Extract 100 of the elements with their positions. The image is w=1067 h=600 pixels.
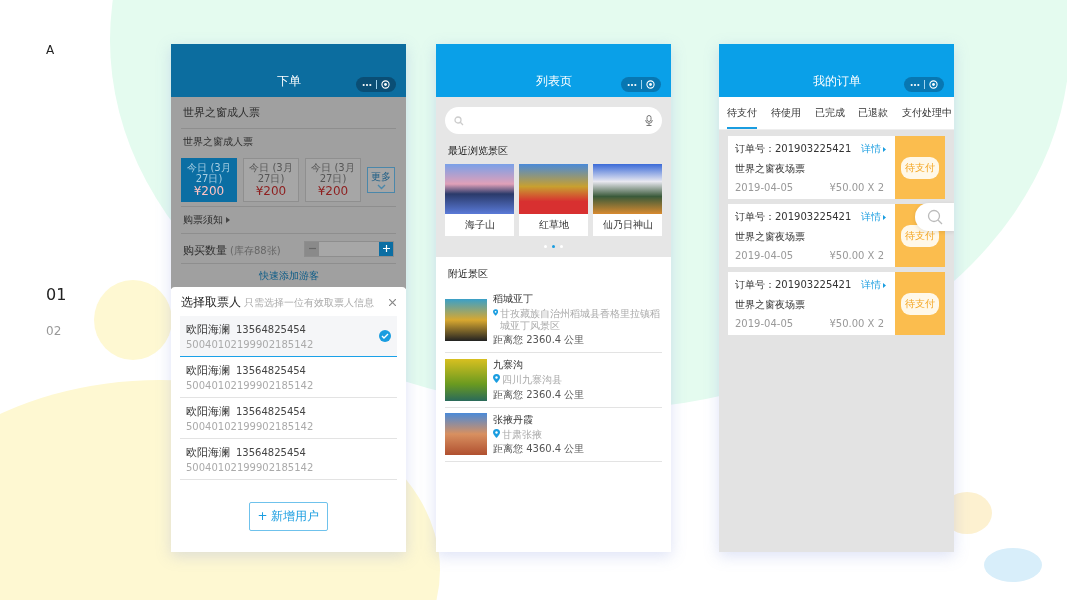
section-title: 附近景区: [447, 267, 489, 281]
scenic-card[interactable]: 海子山: [445, 164, 514, 236]
menu-capsule[interactable]: [356, 77, 396, 92]
scenic-name: 海子山: [463, 218, 496, 232]
plus-button[interactable]: [379, 241, 393, 256]
search-icon: [927, 209, 943, 225]
nearby-item[interactable]: 稻城亚丁 甘孜藏族自治州稻城县香格里拉镇稻城亚丁风景区 距离您 2360.4 公里: [445, 287, 662, 353]
location-pin-icon: [493, 308, 499, 317]
scenic-card[interactable]: 仙乃日神山: [593, 164, 662, 236]
nearby-item[interactable]: 九寨沟 四川九寨沟县 距离您 2360.4 公里: [445, 353, 662, 408]
microphone-icon[interactable]: [645, 115, 653, 126]
spot-name: 稻城亚丁: [493, 292, 534, 306]
order-number: 订单号：201903225421: [735, 210, 852, 224]
person-name: 欧阳海澜: [186, 363, 230, 378]
date-option[interactable]: 今日 (3月27日) ¥200: [243, 158, 299, 202]
photo-placeholder: [445, 164, 514, 214]
person-item[interactable]: 欧阳海澜 13564825454 50040102199902185142: [180, 398, 397, 439]
order-number: 订单号：201903225421: [735, 278, 852, 292]
order-tab[interactable]: 待使用: [770, 97, 801, 129]
more-icon: [627, 82, 637, 87]
more-icon: [362, 82, 372, 87]
check-icon: [379, 330, 391, 342]
person-id-number: 50040102199902185142: [186, 421, 315, 432]
location-pin-icon: [493, 428, 500, 438]
photo-placeholder: [519, 164, 588, 214]
person-name: 欧阳海澜: [186, 322, 230, 337]
menu-capsule[interactable]: [904, 77, 944, 92]
section-letter: A: [46, 43, 55, 57]
ticket-type: 世界之窗成人票: [182, 135, 254, 149]
photo-placeholder: [593, 164, 662, 214]
person-id-number: 50040102199902185142: [186, 462, 315, 473]
date-option[interactable]: 今日 (3月27日) ¥200: [181, 158, 237, 202]
order-date: 2019-04-05: [735, 182, 794, 193]
person-id-number: 50040102199902185142: [186, 339, 315, 350]
nav-title: 列表页: [535, 73, 572, 90]
plus-icon: [382, 245, 390, 252]
ticket-name: 世界之窗夜场票: [735, 298, 806, 312]
spot-address: 甘孜藏族自治州稻城县香格里拉镇稻城亚丁风景区: [500, 308, 662, 331]
pager-dot[interactable]: [552, 245, 555, 248]
menu-capsule[interactable]: [621, 77, 661, 92]
quantity-input[interactable]: [319, 241, 379, 256]
order-tab[interactable]: 已完成: [814, 97, 845, 129]
photo-placeholder: [445, 358, 487, 401]
person-name: 欧阳海澜: [186, 404, 230, 419]
order-date: 2019-04-05: [735, 250, 794, 261]
spot-address: 甘肃张掖: [502, 428, 542, 440]
close-target-icon: [381, 80, 390, 89]
spot-distance: 距离您 4360.4 公里: [493, 442, 586, 456]
close-target-icon: [646, 80, 655, 89]
scenic-name: 红草地: [537, 218, 570, 232]
ticket-name: 世界之窗夜场票: [735, 162, 806, 176]
nearby-item[interactable]: 张掖丹霞 甘肃张掖 距离您 4360.4 公里: [445, 407, 662, 462]
ticket-name: 世界之窗夜场票: [735, 230, 806, 244]
triangle-icon: [226, 217, 230, 223]
floating-search-button[interactable]: [915, 203, 954, 231]
spot-name: 九寨沟: [493, 358, 524, 372]
person-item[interactable]: 欧阳海澜 13564825454 50040102199902185142: [180, 439, 397, 480]
location-pin-icon: [493, 374, 500, 383]
spot-distance: 距离您 2360.4 公里: [493, 387, 586, 402]
close-icon[interactable]: [389, 299, 396, 306]
triangle-icon: [883, 282, 887, 288]
person-phone: 13564825454: [236, 447, 306, 458]
order-tab[interactable]: 已退款: [858, 97, 889, 129]
person-item[interactable]: 欧阳海澜 13564825454 50040102199902185142: [180, 316, 397, 357]
more-icon: [910, 82, 920, 87]
person-id-number: 50040102199902185142: [186, 380, 315, 391]
order-number: 订单号：201903225421: [735, 142, 852, 156]
photo-placeholder: [445, 413, 487, 456]
date-option[interactable]: 今日 (3月27日) ¥200: [305, 158, 361, 202]
quantity-stepper[interactable]: [304, 240, 394, 257]
spot-address: 四川九寨沟县: [502, 374, 562, 386]
order-date: 2019-04-05: [735, 318, 794, 329]
person-phone: 13564825454: [236, 324, 306, 335]
close-target-icon: [929, 80, 938, 89]
ticket-name: 世界之窗成人票: [182, 105, 261, 121]
notice-link[interactable]: 购票须知: [183, 213, 223, 227]
chevron-down-icon: [376, 184, 386, 190]
order-price: ¥50.00 X 2: [829, 182, 884, 193]
person-phone: 13564825454: [236, 365, 306, 376]
nav-title: 我的订单: [812, 73, 861, 90]
triangle-icon: [883, 146, 887, 152]
order-price: ¥50.00 X 2: [829, 250, 884, 261]
search-field[interactable]: [445, 107, 662, 134]
scenic-name: 仙乃日神山: [601, 218, 654, 232]
minus-icon: [308, 245, 316, 252]
triangle-icon: [883, 214, 887, 220]
search-icon: [454, 115, 464, 126]
page-number[interactable]: 01: [46, 285, 67, 304]
nav-title: 下单: [276, 73, 301, 90]
spot-distance: 距离您 2360.4 公里: [493, 333, 586, 347]
person-name: 欧阳海澜: [186, 445, 230, 460]
sheet-title: 选择取票人: [181, 294, 241, 311]
order-tab[interactable]: 支付处理中: [902, 97, 952, 129]
person-phone: 13564825454: [236, 406, 306, 417]
photo-placeholder: [445, 298, 487, 341]
background-blob: [984, 548, 1042, 582]
spot-name: 张掖丹霞: [493, 412, 534, 427]
section-title: 最近浏览景区: [447, 144, 509, 158]
person-item[interactable]: 欧阳海澜 13564825454 50040102199902185142: [180, 357, 397, 398]
scenic-card[interactable]: 红草地: [519, 164, 588, 236]
